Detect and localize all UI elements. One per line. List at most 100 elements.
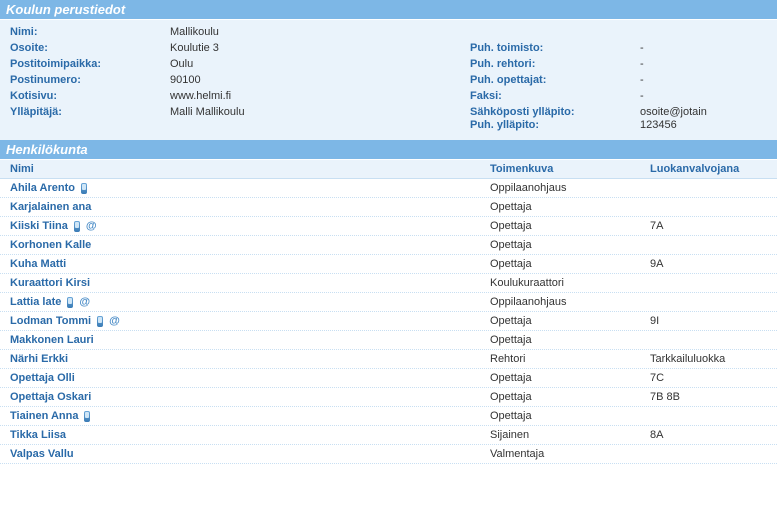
value-fax: -: [640, 90, 777, 102]
staff-role: Opettaja: [490, 258, 650, 270]
staff-role: Opettaja: [490, 315, 650, 327]
staff-class: 7C: [650, 372, 777, 384]
staff-role: Sijainen: [490, 429, 650, 441]
staff-name[interactable]: Tiainen Anna: [10, 410, 78, 422]
staff-row[interactable]: Korhonen Kalle Opettaja: [0, 236, 777, 255]
staff-class: [650, 239, 777, 251]
staff-name[interactable]: Opettaja Olli: [10, 372, 75, 384]
staff-row[interactable]: Opettaja Oskari Opettaja7B 8B: [0, 388, 777, 407]
value-homepage[interactable]: www.helmi.fi: [170, 90, 470, 102]
label-phone-teachers: Puh. opettajat:: [470, 74, 640, 86]
staff-class: [650, 410, 777, 422]
email-icon[interactable]: @: [86, 221, 97, 232]
basic-info-block: Nimi: Mallikoulu Osoite: Koulutie 3 Puh.…: [0, 20, 777, 140]
label-address: Osoite:: [0, 42, 170, 54]
value-phone-maint: 123456: [640, 119, 677, 131]
staff-name[interactable]: Närhi Erkki: [10, 353, 68, 365]
staff-role: Opettaja: [490, 372, 650, 384]
staff-row[interactable]: Tikka Liisa Sijainen8A: [0, 426, 777, 445]
value-zip: 90100: [170, 74, 470, 86]
label-maintainer: Ylläpitäjä:: [0, 106, 170, 132]
staff-name[interactable]: Karjalainen ana: [10, 201, 91, 213]
phone-icon[interactable]: [81, 183, 87, 194]
staff-row[interactable]: Lodman Tommi @ Opettaja9I: [0, 312, 777, 331]
staff-class: [650, 296, 777, 308]
value-email-maint: osoite@jotain: [640, 106, 707, 118]
staff-name[interactable]: Lattia late: [10, 296, 61, 308]
staff-row[interactable]: Opettaja Olli Opettaja7C: [0, 369, 777, 388]
staff-row[interactable]: Kuraattori Kirsi Koulukuraattori: [0, 274, 777, 293]
staff-role: Oppilaanohjaus: [490, 182, 650, 194]
label-fax: Faksi:: [470, 90, 640, 102]
email-icon[interactable]: @: [109, 316, 120, 327]
value-phone-office: -: [640, 42, 777, 54]
value-name: Mallikoulu: [170, 26, 470, 38]
label-phone-maint: Puh. ylläpito:: [470, 119, 539, 131]
staff-class: 8A: [650, 429, 777, 441]
staff-row[interactable]: Tiainen Anna Opettaja: [0, 407, 777, 426]
staff-row[interactable]: Kuha Matti Opettaja9A: [0, 255, 777, 274]
staff-role: Opettaja: [490, 220, 650, 232]
staff-class: Tarkkailuluokka: [650, 353, 777, 365]
staff-role: Valmentaja: [490, 448, 650, 460]
value-city: Oulu: [170, 58, 470, 70]
staff-name[interactable]: Kiiski Tiina: [10, 220, 68, 232]
staff-name[interactable]: Tikka Liisa: [10, 429, 66, 441]
staff-row[interactable]: Ahila Arento Oppilaanohjaus: [0, 179, 777, 198]
header-name: Nimi: [0, 163, 490, 175]
staff-row[interactable]: Närhi Erkki RehtoriTarkkailuluokka: [0, 350, 777, 369]
staff-row[interactable]: Makkonen Lauri Opettaja: [0, 331, 777, 350]
staff-class: [650, 201, 777, 213]
staff-table-header: Nimi Toimenkuva Luokanvalvojana: [0, 160, 777, 179]
value-phone-principal: -: [640, 58, 777, 70]
staff-name[interactable]: Valpas Vallu: [10, 448, 74, 460]
staff-role: Opettaja: [490, 334, 650, 346]
section-header-basic: Koulun perustiedot: [0, 0, 777, 20]
staff-name[interactable]: Korhonen Kalle: [10, 239, 91, 251]
staff-row[interactable]: Kiiski Tiina @ Opettaja7A: [0, 217, 777, 236]
staff-role: Oppilaanohjaus: [490, 296, 650, 308]
staff-class: [650, 334, 777, 346]
label-phone-principal: Puh. rehtori:: [470, 58, 640, 70]
staff-row[interactable]: Valpas Vallu Valmentaja: [0, 445, 777, 464]
label-phone-office: Puh. toimisto:: [470, 42, 640, 54]
header-role: Toimenkuva: [490, 163, 650, 175]
label-name: Nimi:: [0, 26, 170, 38]
staff-role: Opettaja: [490, 239, 650, 251]
value-address: Koulutie 3: [170, 42, 470, 54]
staff-class: 9A: [650, 258, 777, 270]
staff-class: [650, 182, 777, 194]
staff-table-body: Ahila Arento Oppilaanohjaus Karjalainen an…: [0, 179, 777, 464]
staff-name[interactable]: Kuraattori Kirsi: [10, 277, 90, 289]
phone-icon[interactable]: [84, 411, 90, 422]
staff-role: Rehtori: [490, 353, 650, 365]
staff-name[interactable]: Makkonen Lauri: [10, 334, 94, 346]
phone-icon[interactable]: [74, 221, 80, 232]
staff-row[interactable]: Karjalainen ana Opettaja: [0, 198, 777, 217]
label-email-maint: Sähköposti ylläpito:: [470, 106, 575, 118]
staff-class: 7B 8B: [650, 391, 777, 403]
staff-name[interactable]: Kuha Matti: [10, 258, 66, 270]
staff-name[interactable]: Ahila Arento: [10, 182, 75, 194]
label-zip: Postinumero:: [0, 74, 170, 86]
staff-class: [650, 448, 777, 460]
staff-class: 9I: [650, 315, 777, 327]
value-phone-teachers: -: [640, 74, 777, 86]
staff-role: Koulukuraattori: [490, 277, 650, 289]
staff-role: Opettaja: [490, 391, 650, 403]
staff-name[interactable]: Opettaja Oskari: [10, 391, 91, 403]
staff-class: 7A: [650, 220, 777, 232]
staff-row[interactable]: Lattia late @ Oppilaanohjaus: [0, 293, 777, 312]
phone-icon[interactable]: [97, 316, 103, 327]
email-icon[interactable]: @: [79, 297, 90, 308]
phone-icon[interactable]: [67, 297, 73, 308]
header-class: Luokanvalvojana: [650, 163, 777, 175]
staff-role: Opettaja: [490, 201, 650, 213]
label-homepage: Kotisivu:: [0, 90, 170, 102]
value-maintainer: Malli Mallikoulu: [170, 106, 470, 132]
section-header-staff: Henkilökunta: [0, 140, 777, 160]
label-city: Postitoimipaikka:: [0, 58, 170, 70]
staff-class: [650, 277, 777, 289]
staff-name[interactable]: Lodman Tommi: [10, 315, 91, 327]
staff-role: Opettaja: [490, 410, 650, 422]
